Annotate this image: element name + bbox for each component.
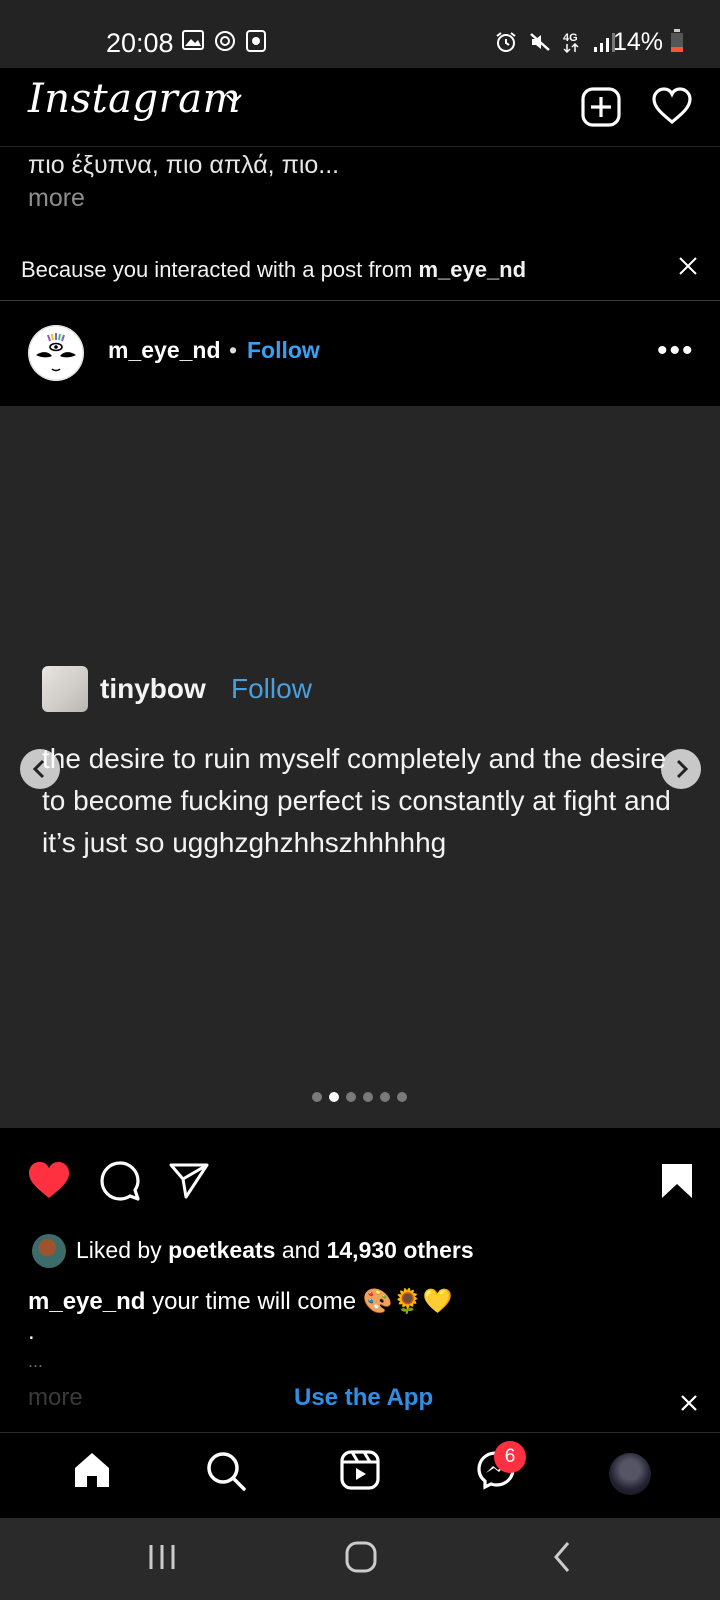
caption-text: your time will come 🎨🌻💛	[145, 1288, 453, 1315]
eye-logo-icon	[28, 325, 84, 381]
heart-icon[interactable]	[651, 86, 693, 126]
alarm-icon	[496, 32, 516, 52]
home-icon[interactable]	[72, 1450, 112, 1490]
battery-icon	[671, 29, 683, 52]
4g-icon: 4G	[563, 32, 579, 54]
more-options-button[interactable]: •••	[657, 334, 695, 368]
carousel-dot	[363, 1092, 373, 1102]
close-icon[interactable]	[678, 256, 698, 276]
caption-dot: .	[28, 1318, 35, 1345]
comment-icon[interactable]	[99, 1160, 141, 1202]
carousel-dot	[346, 1092, 356, 1102]
clipped-caption-line	[28, 142, 668, 150]
liked-prefix: Liked by	[76, 1237, 169, 1263]
battery-status: 14%	[613, 28, 684, 57]
liked-count[interactable]: 14,930 others	[327, 1237, 474, 1263]
quoted-username: tinybow	[100, 673, 206, 704]
new-post-icon[interactable]	[580, 86, 622, 128]
carousel-dot	[380, 1092, 390, 1102]
chevron-left-icon	[32, 759, 45, 779]
quoted-post-text: the desire to ruin myself completely and…	[42, 743, 671, 858]
use-the-app-link[interactable]: Use the App	[294, 1384, 433, 1412]
suggestion-username[interactable]: m_eye_nd	[418, 257, 526, 282]
carousel-dot	[312, 1092, 322, 1102]
liked-mid: and	[275, 1237, 327, 1263]
home-button-icon[interactable]	[344, 1540, 378, 1574]
reels-icon[interactable]	[340, 1450, 380, 1490]
caption-more[interactable]: more	[28, 1384, 83, 1412]
image-icon	[182, 30, 204, 50]
messages-badge: 6	[494, 1441, 526, 1473]
bookmark-saved-icon[interactable]	[660, 1162, 694, 1200]
caption-ellipsis: ...	[28, 1351, 44, 1371]
status-icons-left	[182, 30, 266, 52]
chevron-right-icon	[676, 759, 689, 779]
quoted-follow-label: Follow	[231, 673, 312, 704]
radio-icon	[215, 31, 235, 51]
carousel-dot	[397, 1092, 407, 1102]
mute-icon	[530, 33, 550, 51]
liked-by-text[interactable]: Liked by poetkeats and 14,930 others	[76, 1237, 474, 1264]
status-time: 20:08	[106, 28, 174, 58]
share-icon[interactable]	[168, 1162, 210, 1200]
suggestion-text: Because you interacted with a post from …	[21, 257, 526, 283]
carousel-prev-button[interactable]	[20, 749, 60, 789]
back-icon[interactable]	[551, 1540, 573, 1574]
follow-button[interactable]: Follow	[247, 337, 320, 364]
previous-caption-text: πιο έξυπνα, πιο απλά, πιο...	[28, 151, 340, 179]
separator-dot: •	[229, 337, 238, 363]
record-icon	[246, 30, 266, 52]
svg-text:4G: 4G	[563, 32, 578, 44]
instagram-logo[interactable]: Instagram	[28, 76, 241, 122]
post-caption: m_eye_nd your time will come 🎨🌻💛	[28, 1287, 452, 1316]
liker-avatar[interactable]	[32, 1234, 66, 1268]
carousel-dot	[329, 1092, 339, 1102]
liked-username[interactable]: poetkeats	[168, 1237, 275, 1263]
suggestion-prefix: Because you interacted with a post from	[21, 257, 419, 282]
like-heart-icon[interactable]	[27, 1160, 71, 1200]
close-icon[interactable]	[680, 1394, 698, 1412]
profile-avatar[interactable]	[609, 1453, 651, 1495]
post-username[interactable]: m_eye_nd	[108, 337, 221, 364]
caption-username[interactable]: m_eye_nd	[28, 1288, 145, 1315]
recent-apps-icon[interactable]	[147, 1542, 177, 1572]
carousel-next-button[interactable]	[661, 749, 701, 789]
post-avatar[interactable]	[28, 325, 84, 381]
search-icon[interactable]	[205, 1450, 247, 1492]
carousel-indicator	[312, 1092, 407, 1102]
status-icons-right: 4G	[494, 30, 616, 54]
previous-caption-more[interactable]: more	[28, 184, 85, 213]
battery-percent: 14%	[613, 28, 664, 56]
quoted-user-avatar	[42, 666, 88, 712]
chevron-down-icon[interactable]	[224, 92, 244, 106]
